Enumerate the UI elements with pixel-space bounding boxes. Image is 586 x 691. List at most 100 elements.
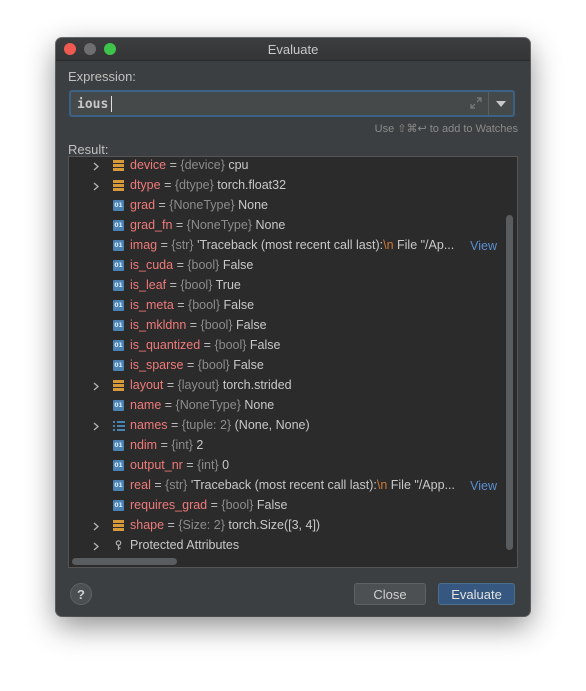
variable-value: True (215, 278, 241, 292)
variable-value: False (236, 318, 267, 332)
chevron-down-icon (496, 100, 506, 107)
variable-name: is_mkldnn (130, 318, 187, 332)
variable-name: is_leaf (130, 278, 167, 292)
tree-row[interactable]: 01 name = {NoneType} None (69, 396, 499, 416)
field-icon: 01 (113, 460, 124, 471)
value-continuation: File "/App... (387, 478, 455, 492)
evaluate-dialog: Evaluate Expression: Use ⇧⌘↩ to add to W… (56, 38, 530, 616)
tree-row[interactable]: 01 is_leaf = {bool} True (69, 276, 499, 296)
equals-sign: = (167, 418, 182, 432)
equals-sign: = (164, 518, 179, 532)
object-icon (113, 520, 124, 531)
tree-row[interactable]: 01 is_quantized = {bool} False (69, 336, 499, 356)
tree-row[interactable]: shape = {Size: 2} torch.Size([3, 4]) (69, 516, 499, 536)
vertical-scrollbar[interactable] (503, 157, 517, 555)
expression-input[interactable] (77, 95, 457, 113)
field-icon: 01 (113, 280, 124, 291)
field-icon: 01 (113, 300, 124, 311)
variable-name: is_quantized (130, 338, 201, 352)
tree-row[interactable]: dtype = {dtype} torch.float32 (69, 176, 499, 196)
variable-value: torch.float32 (217, 178, 287, 192)
variable-name: ndim (130, 438, 158, 452)
tree-row[interactable]: 01 is_mkldnn = {bool} False (69, 316, 499, 336)
tree-row[interactable]: Protected Attributes (69, 536, 499, 556)
equals-sign: = (163, 378, 178, 392)
equals-sign: = (173, 258, 188, 272)
tree-row[interactable]: 01 grad_fn = {NoneType} None (69, 216, 499, 236)
variable-name: grad (130, 198, 156, 212)
title-bar[interactable]: Evaluate (56, 38, 530, 61)
equals-sign: = (166, 158, 181, 172)
watches-hint: Use ⇧⌘↩ to add to Watches (374, 123, 518, 135)
horizontal-scrollbar[interactable] (69, 555, 505, 567)
variable-value: torch.Size([3, 4]) (228, 518, 321, 532)
expand-arrow-icon[interactable] (91, 516, 101, 536)
equals-sign: = (160, 178, 175, 192)
variable-value: 'Traceback (most recent call last): (190, 478, 377, 492)
expression-label: Expression: (68, 69, 136, 84)
variable-type: {device} (180, 158, 225, 172)
close-button[interactable]: Close (354, 583, 426, 605)
variable-type: {bool} (180, 278, 213, 292)
variable-value: None (238, 198, 268, 212)
variable-name: is_sparse (130, 358, 184, 372)
expand-arrow-icon[interactable] (91, 416, 101, 436)
tree-row[interactable]: 01 real = {str} 'Traceback (most recent c… (69, 476, 499, 496)
variable-type: {bool} (200, 318, 233, 332)
variable-value: None (255, 218, 286, 232)
field-icon: 01 (113, 340, 124, 351)
result-tree[interactable]: device = {device} cpu dtype = {dtype} tor… (68, 156, 518, 568)
key-icon (113, 540, 124, 551)
variable-value: 'Traceback (most recent call last): (197, 238, 384, 252)
variable-name: dtype (130, 178, 161, 192)
tree-row[interactable]: 01 output_nr = {int} 0 (69, 456, 499, 476)
equals-sign: = (183, 358, 198, 372)
tree-row[interactable]: 01 is_cuda = {bool} False (69, 256, 499, 276)
object-icon (113, 380, 124, 391)
tree-row[interactable]: 01 is_sparse = {bool} False (69, 356, 499, 376)
variable-value: 0 (222, 458, 230, 472)
variable-value: False (249, 338, 281, 352)
variable-value: None (244, 398, 275, 412)
history-dropdown-button[interactable] (488, 92, 513, 115)
expand-icon[interactable] (469, 96, 483, 110)
variable-value: cpu (228, 158, 249, 172)
equals-sign: = (157, 438, 172, 452)
evaluate-button[interactable]: Evaluate (438, 583, 515, 605)
variable-value: torch.strided (222, 378, 292, 392)
group-label: Protected Attributes (130, 538, 240, 552)
variable-type: {dtype} (174, 178, 214, 192)
variable-type: {int} (171, 438, 193, 452)
tree-row[interactable]: 01 ndim = {int} 2 (69, 436, 499, 456)
horizontal-scrollbar-thumb[interactable] (72, 558, 177, 565)
tree-row[interactable]: device = {device} cpu (69, 157, 499, 176)
tree-row[interactable]: 01 imag = {str} 'Traceback (most recent c… (69, 236, 499, 256)
tree-row[interactable]: 01 is_meta = {bool} False (69, 296, 499, 316)
expand-arrow-icon[interactable] (91, 157, 101, 176)
view-link[interactable]: View (470, 239, 497, 253)
escape-sequence: \n (383, 238, 394, 252)
field-icon: 01 (113, 200, 124, 211)
expand-arrow-icon[interactable] (91, 376, 101, 396)
expand-arrow-icon[interactable] (91, 176, 101, 196)
view-link[interactable]: View (470, 479, 497, 493)
equals-sign: = (161, 398, 176, 412)
field-icon: 01 (113, 220, 124, 231)
vertical-scrollbar-thumb[interactable] (506, 215, 513, 550)
variable-name: grad_fn (130, 218, 173, 232)
field-icon: 01 (113, 320, 124, 331)
field-icon: 01 (113, 480, 124, 491)
expression-field[interactable] (69, 90, 515, 117)
tree-row[interactable]: 01 grad = {NoneType} None (69, 196, 499, 216)
equals-sign: = (200, 338, 215, 352)
field-icon: 01 (113, 360, 124, 371)
variable-type: {layout} (177, 378, 220, 392)
tree-row[interactable]: names = {tuple: 2} (None, None) (69, 416, 499, 436)
tree-row[interactable]: 01 requires_grad = {bool} False (69, 496, 499, 516)
tree-row[interactable]: layout = {layout} torch.strided (69, 376, 499, 396)
variable-type: {NoneType} (175, 398, 241, 412)
expand-arrow-icon[interactable] (91, 536, 101, 556)
help-button[interactable]: ? (70, 583, 92, 605)
equals-sign: = (157, 238, 172, 252)
equals-sign: = (172, 218, 187, 232)
